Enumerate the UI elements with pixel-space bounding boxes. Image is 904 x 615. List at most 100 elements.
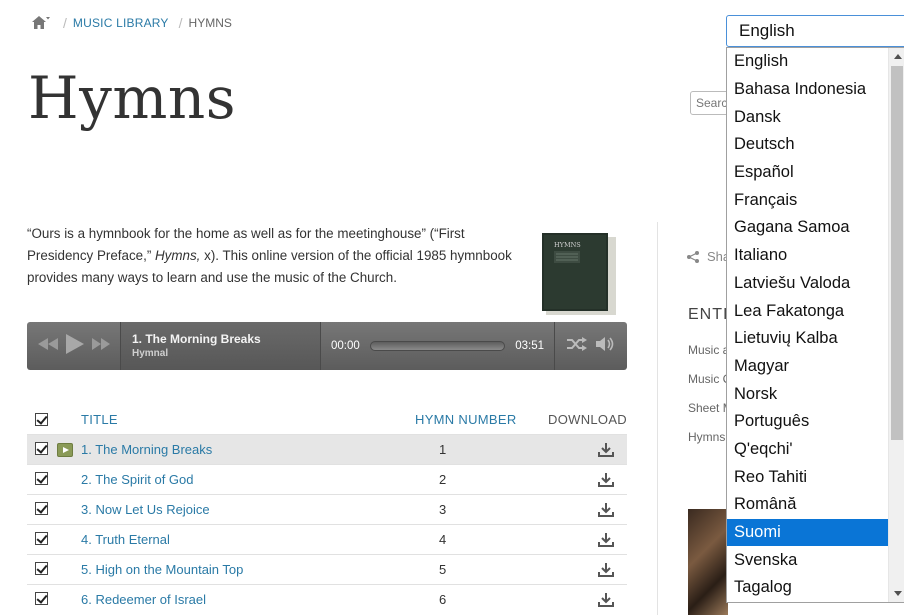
- hymn-title-link[interactable]: 3. Now Let Us Rejoice: [81, 502, 439, 517]
- play-icon: [57, 442, 73, 457]
- table-row: 2. The Spirit of God 2: [27, 464, 627, 494]
- table-row: 4. Truth Eternal 4: [27, 524, 627, 554]
- progress-bar[interactable]: [369, 341, 506, 351]
- row-checkbox[interactable]: [27, 471, 57, 488]
- row-checkbox[interactable]: [27, 591, 57, 608]
- track-title: 1. The Morning Breaks: [132, 332, 261, 346]
- sidebar-link-music-a[interactable]: Music a: [688, 343, 729, 357]
- language-option[interactable]: Español: [727, 159, 888, 187]
- hymn-number: 5: [439, 562, 447, 577]
- home-icon[interactable]: [31, 14, 53, 32]
- player-controls: [27, 322, 121, 370]
- header-title[interactable]: TITLE: [57, 412, 415, 427]
- language-option[interactable]: Dansk: [727, 103, 888, 131]
- language-option[interactable]: Português: [727, 408, 888, 436]
- track-info: 1. The Morning Breaks Hymnal: [121, 322, 321, 370]
- row-checkbox[interactable]: [27, 531, 57, 548]
- scrollbar-thumb[interactable]: [891, 66, 903, 440]
- breadcrumb-hymns: HYMNS: [188, 16, 232, 30]
- intro-text: “Ours is a hymnbook for the home as well…: [27, 226, 512, 285]
- language-dropdown-list: English Bahasa Indonesia Dansk Deutsch Españ…: [726, 47, 904, 603]
- table-row: 5. High on the Mountain Top 5: [27, 554, 627, 584]
- sidebar-link-hymns[interactable]: Hymns: [688, 430, 725, 444]
- language-option[interactable]: Gagana Samoa: [727, 214, 888, 242]
- volume-icon[interactable]: [595, 336, 616, 357]
- language-option[interactable]: Svenska: [727, 546, 888, 574]
- language-option[interactable]: Norsk: [727, 380, 888, 408]
- hymn-title-link[interactable]: 5. High on the Mountain Top: [81, 562, 439, 577]
- row-play-button[interactable]: [57, 592, 81, 608]
- select-all-checkbox[interactable]: [27, 412, 57, 426]
- language-option[interactable]: Reo Tahiti: [727, 463, 888, 491]
- hymn-number: 2: [439, 472, 447, 487]
- rewind-icon[interactable]: [37, 337, 58, 355]
- sidebar-heading: ENTI: [688, 306, 729, 323]
- breadcrumb-separator: /: [178, 15, 183, 31]
- hymn-title-link[interactable]: 2. The Spirit of God: [81, 472, 439, 487]
- language-option[interactable]: Română: [727, 491, 888, 519]
- row-play-button[interactable]: [57, 502, 81, 518]
- track-subtitle: Hymnal: [132, 348, 169, 359]
- player-extras: [555, 336, 627, 357]
- row-checkbox[interactable]: [27, 501, 57, 518]
- language-option[interactable]: Italiano: [727, 242, 888, 270]
- sidebar-link-music-c[interactable]: Music C: [688, 372, 731, 386]
- download-icon[interactable]: [551, 472, 627, 487]
- table-row: 6. Redeemer of Israel 6: [27, 584, 627, 614]
- breadcrumb: / MUSIC LIBRARY / HYMNS: [31, 14, 232, 32]
- table-row: 1. The Morning Breaks 1: [27, 434, 627, 464]
- hymnbook-label: HYMNS: [554, 241, 581, 249]
- language-option[interactable]: Suomi: [727, 518, 888, 547]
- download-icon[interactable]: [551, 442, 627, 457]
- hymn-number: 6: [439, 592, 447, 607]
- breadcrumb-music-library[interactable]: MUSIC LIBRARY: [73, 16, 169, 30]
- download-icon[interactable]: [551, 532, 627, 547]
- table-header: TITLE HYMN NUMBER DOWNLOAD: [27, 404, 627, 434]
- row-play-button[interactable]: [57, 562, 81, 578]
- language-option[interactable]: English: [727, 48, 888, 76]
- language-option[interactable]: Tagalog: [727, 574, 888, 602]
- hymn-title-link[interactable]: 4. Truth Eternal: [81, 532, 439, 547]
- row-play-button[interactable]: [57, 472, 81, 488]
- language-option[interactable]: Français: [727, 186, 888, 214]
- share-icon: [687, 250, 699, 263]
- header-download: DOWNLOAD: [548, 411, 627, 427]
- language-option[interactable]: Magyar: [727, 353, 888, 381]
- language-option[interactable]: Q'eqchi': [727, 436, 888, 464]
- total-time: 03:51: [515, 340, 544, 352]
- progress-area: 00:00 03:51: [321, 322, 555, 370]
- row-checkbox[interactable]: [27, 441, 57, 458]
- language-select[interactable]: English: [726, 15, 904, 47]
- audio-player: 1. The Morning Breaks Hymnal 00:00 03:51: [27, 322, 627, 370]
- hymn-table: TITLE HYMN NUMBER DOWNLOAD 1. The Mornin…: [27, 404, 627, 614]
- hymn-number: 3: [439, 502, 447, 517]
- download-icon[interactable]: [551, 562, 627, 577]
- scroll-down-arrow-icon[interactable]: [889, 585, 904, 602]
- hymn-title-link[interactable]: 6. Redeemer of Israel: [81, 592, 439, 607]
- row-play-button[interactable]: [57, 442, 81, 458]
- play-icon[interactable]: [65, 333, 84, 359]
- language-option[interactable]: Deutsch: [727, 131, 888, 159]
- current-time: 00:00: [331, 340, 360, 352]
- row-checkbox[interactable]: [27, 561, 57, 578]
- hymn-number: 1: [439, 442, 447, 457]
- hymnbook-image: HYMNS: [542, 233, 616, 315]
- language-option[interactable]: Latviešu Valoda: [727, 270, 888, 298]
- share-link[interactable]: Sha: [687, 249, 730, 264]
- shuffle-icon[interactable]: [566, 336, 587, 356]
- hymn-title-link[interactable]: 1. The Morning Breaks: [81, 442, 439, 457]
- download-icon[interactable]: [551, 592, 627, 607]
- fast-forward-icon[interactable]: [91, 337, 110, 355]
- language-option[interactable]: Lietuvių Kalba: [727, 325, 888, 353]
- header-hymn-number[interactable]: HYMN NUMBER: [415, 412, 527, 427]
- row-play-button[interactable]: [57, 532, 81, 548]
- language-option[interactable]: Bahasa Indonesia: [727, 76, 888, 104]
- breadcrumb-separator: /: [63, 15, 67, 31]
- language-option[interactable]: Lea Fakatonga: [727, 297, 888, 325]
- column-divider: [657, 222, 658, 615]
- scroll-up-arrow-icon[interactable]: [889, 48, 904, 65]
- page-title: Hymns: [28, 64, 236, 132]
- download-icon[interactable]: [551, 502, 627, 517]
- dropdown-scrollbar[interactable]: [888, 48, 904, 602]
- hymn-number: 4: [439, 532, 447, 547]
